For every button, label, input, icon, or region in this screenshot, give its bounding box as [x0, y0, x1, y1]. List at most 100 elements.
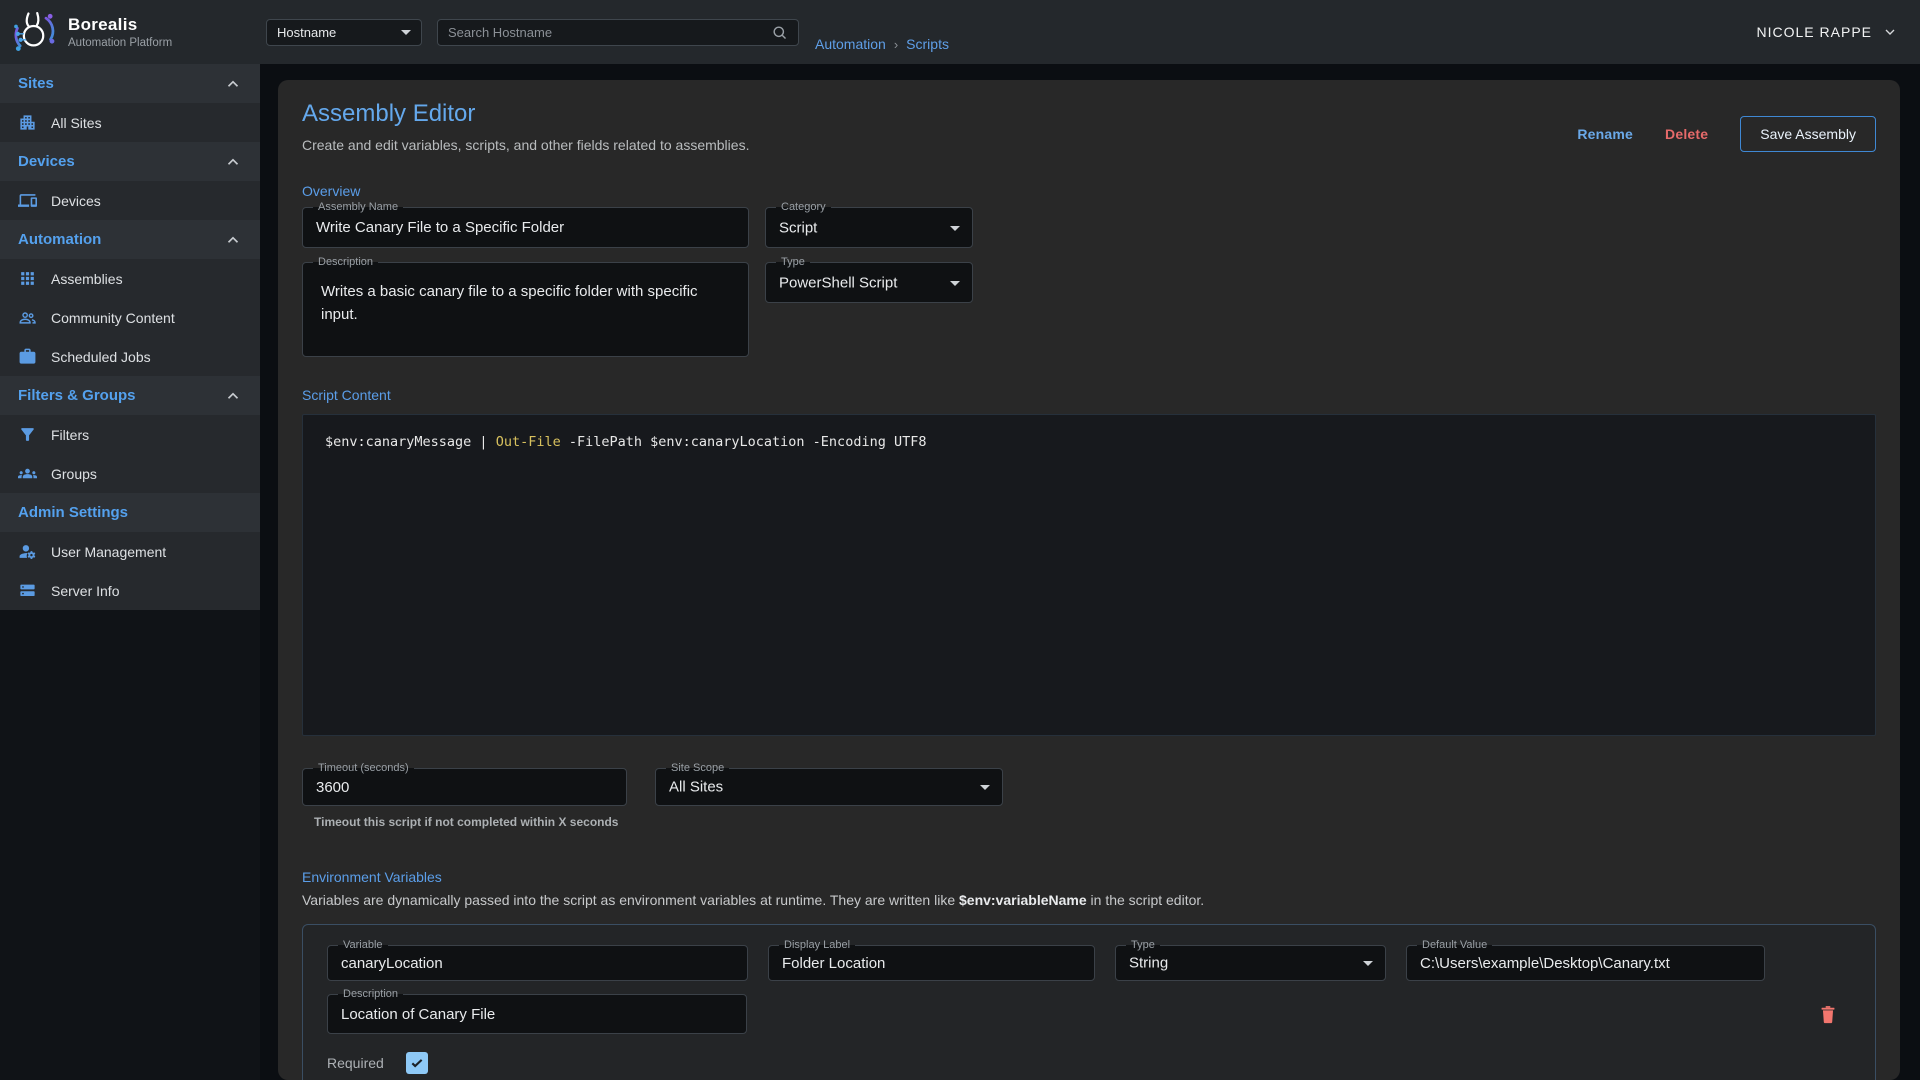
sidebar-item-community-content[interactable]: Community Content	[0, 298, 260, 337]
people-outline-icon	[18, 308, 37, 327]
delete-button[interactable]: Delete	[1665, 126, 1708, 142]
var-type-select[interactable]: Type String	[1115, 945, 1386, 981]
section-label: Devices	[18, 153, 75, 170]
funnel-icon	[18, 425, 37, 444]
env-var-row: Variable Display Label Type String Defau…	[302, 924, 1876, 1080]
var-description-field: Description	[327, 994, 747, 1034]
user-name: NICOLE RAPPE	[1757, 24, 1872, 40]
user-menu[interactable]: NICOLE RAPPE	[1757, 24, 1898, 40]
borealis-logo-icon	[10, 8, 58, 56]
sidebar-item-label: Filters	[51, 427, 89, 443]
hostname-select-value: Hostname	[277, 25, 336, 40]
apartment-icon	[18, 113, 37, 132]
code-text: -FilePath $env:canaryLocation -Encoding …	[561, 434, 927, 450]
script-section-label: Script Content	[302, 387, 1876, 403]
sidebar-nav: Sites All Sites Devices Devices Automati…	[0, 64, 260, 610]
save-assembly-button[interactable]: Save Assembly	[1740, 116, 1876, 152]
page-content: Assembly Editor Create and edit variable…	[260, 64, 1920, 1080]
sidebar-section-admin-settings[interactable]: Admin Settings	[0, 493, 260, 532]
site-scope-select[interactable]: Site Scope All Sites	[655, 768, 1003, 806]
required-checkbox[interactable]	[406, 1052, 428, 1074]
editor-actions: Rename Delete Save Assembly	[1577, 116, 1876, 152]
type-select[interactable]: Type PowerShell Script	[765, 262, 973, 303]
breadcrumb-automation[interactable]: Automation	[815, 36, 886, 52]
sidebar-item-all-sites[interactable]: All Sites	[0, 103, 260, 142]
sidebar-item-user-management[interactable]: User Management	[0, 532, 260, 571]
description-input[interactable]: Writes a basic canary file to a specific…	[303, 263, 748, 356]
env-desc-text: in the script editor.	[1087, 892, 1205, 908]
topbar: Hostname Automation › Scripts NICOLE RAP…	[260, 0, 1920, 64]
brand-subtitle: Automation Platform	[68, 37, 172, 49]
sidebar-item-groups[interactable]: Groups	[0, 454, 260, 493]
sidebar-item-label: Scheduled Jobs	[51, 349, 151, 365]
section-label: Sites	[18, 75, 54, 92]
rename-button[interactable]: Rename	[1577, 126, 1633, 142]
assembly-editor-card: Assembly Editor Create and edit variable…	[278, 80, 1900, 1080]
chevron-up-icon	[224, 231, 242, 249]
breadcrumb: Automation › Scripts	[815, 36, 949, 52]
timeout-helper-text: Timeout this script if not completed wit…	[314, 815, 627, 829]
field-label: Site Scope	[666, 761, 729, 776]
hostname-select[interactable]: Hostname	[266, 19, 422, 46]
sidebar-section-devices[interactable]: Devices	[0, 142, 260, 181]
sidebar-item-filters[interactable]: Filters	[0, 415, 260, 454]
field-label: Category	[776, 200, 831, 215]
sidebar-item-label: Devices	[51, 193, 101, 209]
overview-section-label: Overview	[302, 183, 1876, 199]
env-vars-section-label: Environment Variables	[302, 869, 1876, 885]
sidebar-item-scheduled-jobs[interactable]: Scheduled Jobs	[0, 337, 260, 376]
main-area: Hostname Automation › Scripts NICOLE RAP…	[260, 0, 1920, 1080]
sidebar-section-sites[interactable]: Sites	[0, 64, 260, 103]
timeout-field: Timeout (seconds)	[302, 768, 627, 806]
variable-field: Variable	[327, 945, 748, 981]
search-input[interactable]	[448, 25, 771, 40]
groups-icon	[18, 464, 37, 483]
required-label: Required	[327, 1055, 384, 1071]
section-label: Admin Settings	[18, 504, 128, 521]
var-type-value: String	[1129, 955, 1168, 972]
sidebar-item-label: Groups	[51, 466, 97, 482]
variable-input[interactable]	[328, 946, 747, 980]
sidebar: Borealis Automation Platform Sites All S…	[0, 0, 260, 1080]
page-title: Assembly Editor	[302, 100, 749, 128]
sidebar-item-server-info[interactable]: Server Info	[0, 571, 260, 610]
brand-name: Borealis	[68, 15, 172, 35]
description-field: Description Writes a basic canary file t…	[302, 262, 749, 357]
sidebar-item-assemblies[interactable]: Assemblies	[0, 259, 260, 298]
env-desc-text: Variables are dynamically passed into th…	[302, 892, 959, 908]
script-code-editor[interactable]: $env:canaryMessage | Out-File -FilePath …	[302, 414, 1876, 736]
sidebar-item-devices[interactable]: Devices	[0, 181, 260, 220]
env-vars-description: Variables are dynamically passed into th…	[302, 892, 1876, 908]
grid-icon	[18, 269, 37, 288]
field-label: Type	[776, 255, 810, 270]
sidebar-section-filters-groups[interactable]: Filters & Groups	[0, 376, 260, 415]
caret-down-icon	[980, 785, 990, 790]
field-label: Assembly Name	[313, 200, 403, 215]
breadcrumb-scripts[interactable]: Scripts	[906, 36, 949, 52]
sidebar-item-label: User Management	[51, 544, 166, 560]
section-label: Filters & Groups	[18, 387, 136, 404]
section-label: Automation	[18, 231, 101, 248]
caret-down-icon	[401, 30, 411, 35]
field-label: Timeout (seconds)	[313, 761, 414, 776]
chevron-up-icon	[224, 153, 242, 171]
category-select[interactable]: Category Script	[765, 207, 973, 248]
field-label: Type	[1126, 938, 1160, 953]
code-text: $env:canaryMessage |	[325, 434, 496, 450]
sidebar-section-automation[interactable]: Automation	[0, 220, 260, 259]
code-command: Out-File	[496, 434, 561, 450]
field-label: Description	[313, 255, 378, 270]
user-gear-icon	[18, 542, 37, 561]
category-value: Script	[779, 219, 817, 236]
field-label: Description	[338, 987, 403, 1002]
page-subtitle: Create and edit variables, scripts, and …	[302, 137, 749, 153]
breadcrumb-separator: ›	[894, 37, 898, 52]
type-value: PowerShell Script	[779, 274, 897, 291]
delete-variable-button[interactable]	[1817, 1002, 1839, 1026]
search-box[interactable]	[437, 19, 799, 46]
field-label: Display Label	[779, 938, 855, 953]
chevron-down-icon	[1882, 24, 1898, 40]
field-label: Default Value	[1417, 938, 1492, 953]
field-label: Variable	[338, 938, 388, 953]
display-label-field: Display Label	[768, 945, 1095, 981]
